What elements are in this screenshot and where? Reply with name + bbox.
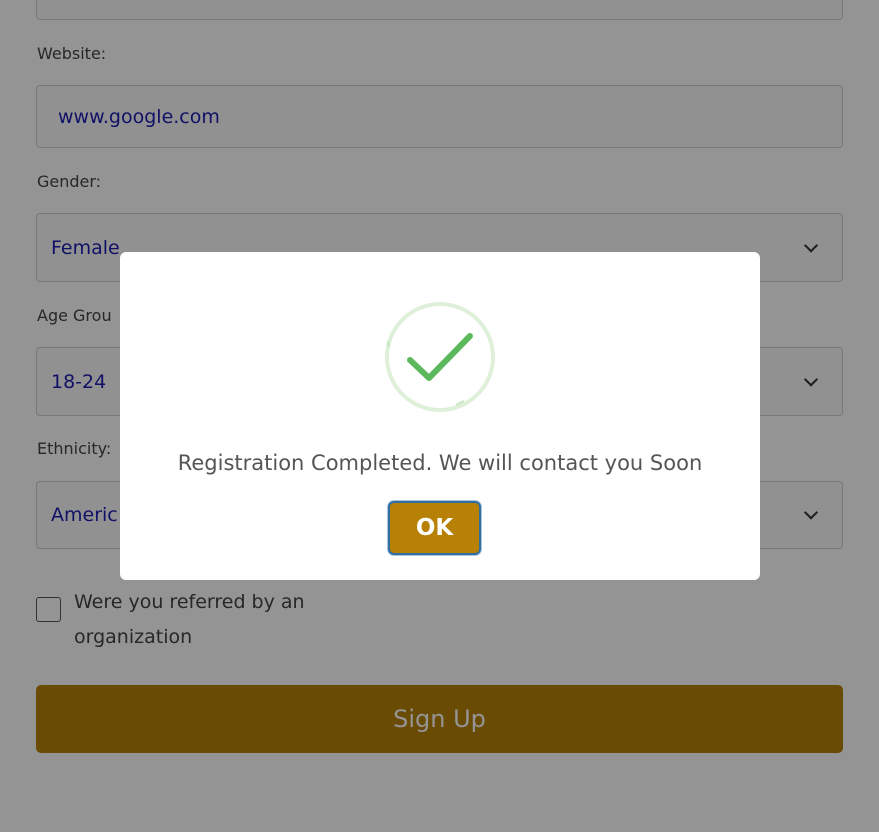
ok-button[interactable]: OK — [388, 501, 481, 555]
registration-page: Website: www.google.com Gender: Female A… — [0, 0, 879, 832]
success-dialog: Registration Completed. We will contact … — [120, 252, 760, 580]
success-check-icon — [385, 302, 495, 412]
dialog-message: Registration Completed. We will contact … — [177, 451, 703, 475]
